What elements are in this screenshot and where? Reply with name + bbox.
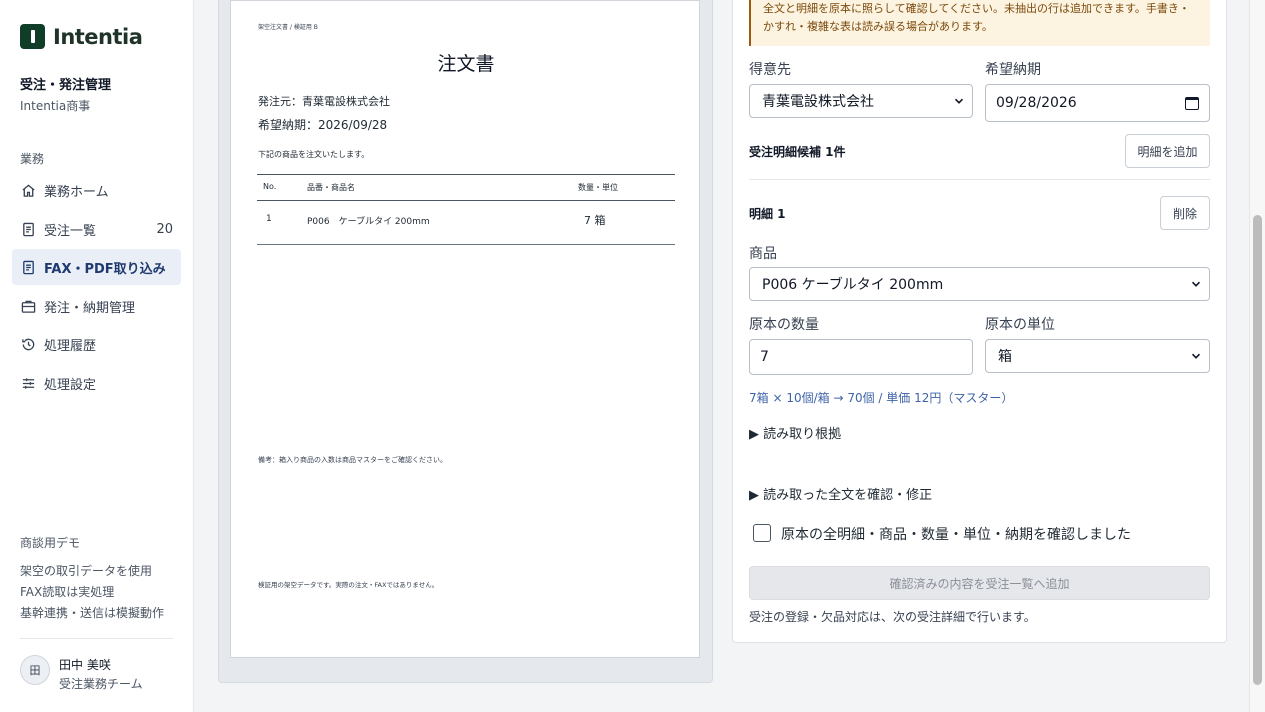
customer-select-value: 青葉電設株式会社 <box>762 94 874 110</box>
product-select[interactable]: P006 ケーブルタイ 200mm <box>749 267 1210 301</box>
sidebar-item-label: 業務ホーム <box>44 184 109 200</box>
reading-evidence-toggle[interactable]: ▶ 読み取り根拠 <box>749 423 841 442</box>
sidebar-item-settings[interactable]: 処理設定 <box>12 365 181 401</box>
document-title: 注文書 <box>437 53 495 75</box>
due-date-input[interactable]: 09/28/2026 <box>985 84 1210 122</box>
table-header-qty: 数量・単位 <box>578 183 618 192</box>
briefcase-icon <box>20 298 36 314</box>
line-item-title: 明細 1 <box>749 207 786 221</box>
order-lines-heading: 受注明細候補 1件 <box>749 145 846 159</box>
calendar-icon[interactable] <box>1185 97 1199 110</box>
document-icon <box>20 221 36 237</box>
order-count-badge: 20 <box>156 221 173 237</box>
nav-section-label: 業務 <box>20 152 45 166</box>
document-icon <box>20 259 36 275</box>
table-header-rule <box>257 200 675 201</box>
chevron-down-icon <box>954 98 964 104</box>
demo-note: FAX読取は実処理 <box>20 585 115 599</box>
document-due-date: 希望納期：2026/09/28 <box>258 118 388 132</box>
sidebar-item-label: 処理設定 <box>44 377 97 393</box>
app-window: Intentia 受注・発注管理 Intentia商事 業務 業務ホーム 受注一… <box>0 0 1265 712</box>
org-subtitle: Intentia商事 <box>20 99 91 113</box>
table-cell-no: 1 <box>266 214 272 224</box>
unit-select-value: 箱 <box>998 349 1012 365</box>
demo-section-title: 商談用デモ <box>20 536 81 550</box>
table-top-rule <box>257 174 675 175</box>
quantity-input[interactable]: 7 <box>749 339 973 375</box>
user-name: 田中 美咲 <box>59 658 111 672</box>
document-preview: 架空注文書 / 検証用 B 注文書 発注元：青葉電設株式会社 希望納期：2026… <box>230 0 700 658</box>
sidebar-item-label: 処理履歴 <box>44 338 97 354</box>
sidebar-item-home[interactable]: 業務ホーム <box>12 172 181 208</box>
document-footer: 検証用の架空データです。実際の注文・FAXではありません。 <box>258 581 439 589</box>
document-intro: 下記の商品を注文いたします。 <box>258 150 370 159</box>
table-header-no: No. <box>263 182 277 191</box>
table-bottom-rule <box>257 244 675 245</box>
table-header-item: 品番・商品名 <box>307 183 355 192</box>
sidebar-item-label: FAX・PDF取り込み <box>44 261 166 277</box>
demo-note: 架空の取引データを使用 <box>20 564 153 578</box>
brand-logo[interactable]: Intentia <box>20 24 143 49</box>
review-notice: 全文と明細を原本に照らして確認してください。未抽出の行は追加できます。手書き・か… <box>749 0 1210 46</box>
history-icon <box>20 336 36 352</box>
delete-line-button[interactable]: 削除 <box>1160 196 1210 230</box>
confirm-checkbox-label[interactable]: 原本の全明細・商品・数量・単位・納期を確認しました <box>781 524 1131 544</box>
customer-label: 得意先 <box>749 62 791 78</box>
sidebar: Intentia 受注・発注管理 Intentia商事 業務 業務ホーム 受注一… <box>0 0 194 712</box>
sidebar-item-label: 発注・納期管理 <box>44 300 136 316</box>
sidebar-divider <box>20 638 173 639</box>
sidebar-item-label: 受注一覧 <box>44 223 97 239</box>
avatar[interactable]: 田 <box>20 655 50 685</box>
product-select-value: P006 ケーブルタイ 200mm <box>762 277 944 293</box>
scrollbar-thumb[interactable] <box>1253 215 1262 685</box>
sidebar-item-purchase-delivery[interactable]: 発注・納期管理 <box>12 288 181 324</box>
unit-select[interactable]: 箱 <box>985 339 1210 373</box>
sidebar-item-history[interactable]: 処理履歴 <box>12 326 181 362</box>
chevron-down-icon <box>1191 353 1201 359</box>
org-title: 受注・発注管理 <box>20 78 112 93</box>
unit-conversion-text: 7箱 × 10個/箱 → 70個 / 単価 12円（マスター） <box>749 391 1014 405</box>
full-text-review-toggle[interactable]: ▶ 読み取った全文を確認・修正 <box>749 484 932 503</box>
quantity-label: 原本の数量 <box>749 317 819 333</box>
user-team: 受注業務チーム <box>59 677 143 691</box>
demo-note: 基幹連携・送信は模擬動作 <box>20 606 165 620</box>
logo-mark-icon <box>20 24 45 49</box>
table-cell-qty: 7 箱 <box>584 214 606 227</box>
due-date-value: 09/28/2026 <box>996 95 1077 111</box>
next-step-note: 受注の登録・欠品対応は、次の受注詳細で行います。 <box>749 610 1036 624</box>
sliders-icon <box>20 375 36 391</box>
unit-label: 原本の単位 <box>985 317 1055 333</box>
confirm-checkbox[interactable] <box>753 524 771 542</box>
section-divider <box>749 179 1210 180</box>
brand-name: Intentia <box>53 24 143 49</box>
due-date-label: 希望納期 <box>985 62 1041 78</box>
add-line-button[interactable]: 明細を追加 <box>1125 134 1210 168</box>
sidebar-item-orders[interactable]: 受注一覧 20 <box>12 211 181 247</box>
document-issuer: 発注元：青葉電設株式会社 <box>258 95 390 108</box>
document-header-note: 架空注文書 / 検証用 B <box>258 24 318 31</box>
chevron-down-icon <box>1191 281 1201 287</box>
product-label: 商品 <box>749 246 777 262</box>
table-cell-item: P006 ケーブルタイ 200mm <box>307 217 430 227</box>
home-icon <box>20 182 36 198</box>
sidebar-item-fax-pdf-import[interactable]: FAX・PDF取り込み <box>12 249 181 285</box>
document-remark: 備考：箱入り商品の入数は商品マスターをご確認ください。 <box>258 456 447 464</box>
add-to-orders-button[interactable]: 確認済みの内容を受注一覧へ追加 <box>749 566 1210 600</box>
customer-select[interactable]: 青葉電設株式会社 <box>749 84 973 118</box>
